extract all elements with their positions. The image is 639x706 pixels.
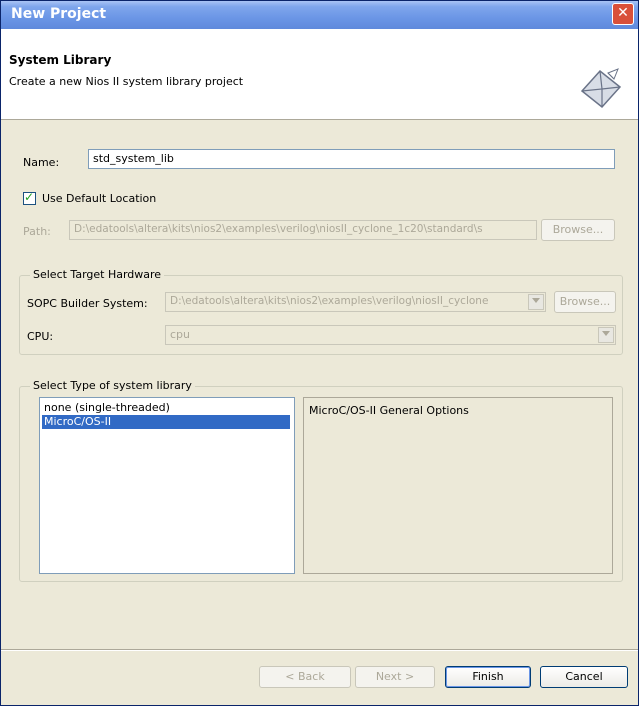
page-title: System Library bbox=[9, 53, 112, 67]
system-library-list[interactable]: none (single-threaded) MicroC/OS-II bbox=[39, 397, 295, 574]
sopc-browse-button[interactable]: Browse... bbox=[554, 291, 616, 313]
wizard-header: System Library Create a new Nios II syst… bbox=[1, 29, 638, 120]
next-button[interactable]: Next > bbox=[355, 666, 435, 688]
sopc-builder-select[interactable]: D:\edatools\altera\kits\nios2\examples\v… bbox=[165, 292, 546, 312]
path-label: Path: bbox=[23, 225, 51, 238]
system-library-legend: Select Type of system library bbox=[30, 379, 195, 392]
path-input[interactable]: D:\edatools\altera\kits\nios2\examples\v… bbox=[69, 220, 537, 240]
options-title: MicroC/OS-II General Options bbox=[309, 404, 469, 417]
chevron-down-icon bbox=[602, 331, 610, 336]
cpu-dropdown-arrow[interactable] bbox=[598, 327, 614, 343]
button-bar-separator bbox=[1, 649, 638, 651]
page-description: Create a new Nios II system library proj… bbox=[9, 75, 244, 88]
checkmark-icon: ✓ bbox=[24, 190, 35, 204]
sopc-builder-label: SOPC Builder System: bbox=[27, 297, 148, 310]
cpu-select[interactable]: cpu bbox=[165, 325, 616, 345]
list-item-selected[interactable]: MicroC/OS-II bbox=[42, 415, 290, 429]
name-input[interactable]: std_system_lib bbox=[88, 149, 615, 169]
close-icon: ✕ bbox=[617, 5, 629, 21]
finish-button[interactable]: Finish bbox=[445, 666, 531, 688]
sopc-dropdown-arrow[interactable] bbox=[528, 294, 544, 310]
wizard-envelope-icon bbox=[580, 68, 622, 109]
cancel-button[interactable]: Cancel bbox=[540, 666, 628, 688]
options-panel: MicroC/OS-II General Options bbox=[303, 397, 613, 574]
close-button[interactable]: ✕ bbox=[612, 3, 634, 25]
path-browse-button[interactable]: Browse... bbox=[541, 219, 615, 241]
chevron-down-icon bbox=[532, 298, 540, 303]
name-label: Name: bbox=[23, 156, 60, 169]
use-default-location-label: Use Default Location bbox=[42, 192, 157, 205]
target-hardware-legend: Select Target Hardware bbox=[30, 268, 165, 281]
title-bar: New Project ✕ bbox=[1, 1, 638, 29]
back-button[interactable]: < Back bbox=[259, 666, 351, 688]
use-default-location-checkbox[interactable]: ✓ bbox=[23, 190, 36, 205]
list-item[interactable]: none (single-threaded) bbox=[42, 401, 290, 415]
cpu-label: CPU: bbox=[27, 330, 54, 343]
window-title: New Project bbox=[11, 6, 107, 22]
new-project-dialog: New Project ✕ System Library Create a ne… bbox=[0, 0, 639, 706]
